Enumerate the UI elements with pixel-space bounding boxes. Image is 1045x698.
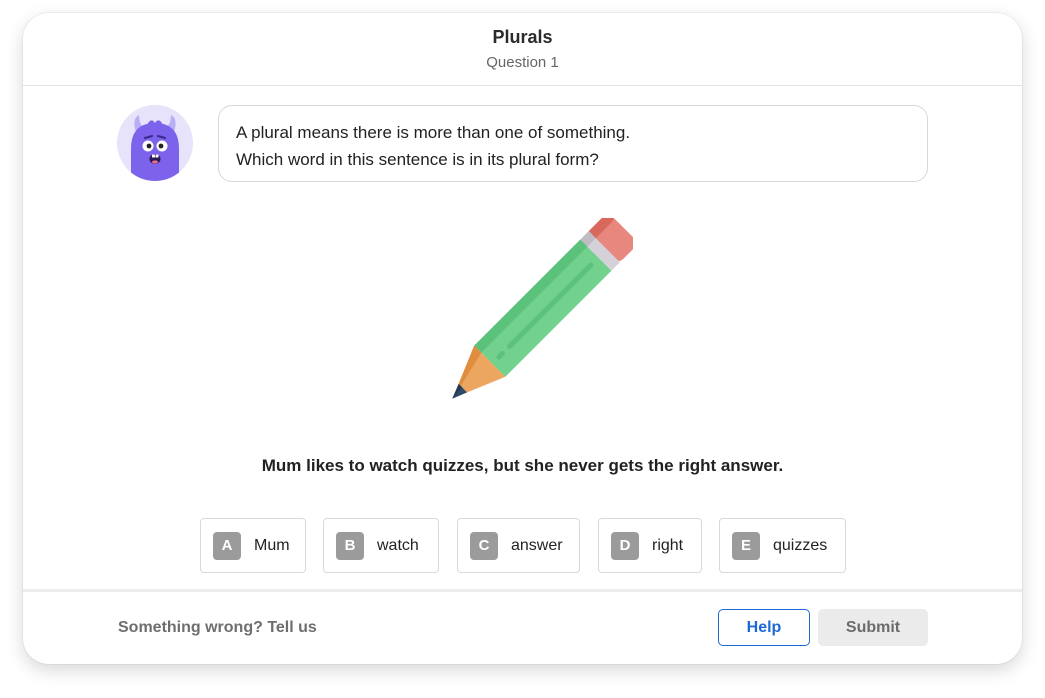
question-prompt-bubble: A plural means there is more than one of… [218,105,928,182]
quiz-header: Plurals Question 1 [23,13,1022,86]
option-letter-badge: B [336,531,364,560]
pencil-icon [413,213,636,438]
option-letter-badge: D [611,531,639,560]
quiz-title: Plurals [492,27,553,47]
option-label: right [652,536,684,554]
option-e[interactable]: E quizzes [719,518,846,573]
answer-options: A Mum B watch C answer D right E quizzes [23,518,1022,574]
option-letter-badge: A [213,531,241,560]
option-label: watch [377,536,419,554]
option-letter-badge: E [732,531,760,560]
question-number: Question 1 [486,54,559,71]
help-button[interactable]: Help [718,609,810,646]
option-b[interactable]: B watch [323,518,439,573]
quiz-footer: Something wrong? Tell us Help Submit [23,589,1022,664]
monster-avatar-icon [117,105,193,181]
prompt-line-2: Which word in this sentence is in its pl… [236,150,599,169]
quiz-card: Plurals Question 1 A plural means there … [23,13,1022,664]
prompt-line-1: A plural means there is more than one of… [236,123,631,142]
report-issue-link[interactable]: Something wrong? Tell us [118,619,317,637]
option-d[interactable]: D right [598,518,702,573]
option-a[interactable]: A Mum [200,518,306,573]
option-label: answer [511,536,563,554]
submit-button[interactable]: Submit [818,609,928,646]
option-label: quizzes [773,536,828,554]
question-sentence: Mum likes to watch quizzes, but she neve… [261,456,784,475]
option-c[interactable]: C answer [457,518,580,573]
option-label: Mum [254,536,290,554]
option-letter-badge: C [470,531,498,560]
